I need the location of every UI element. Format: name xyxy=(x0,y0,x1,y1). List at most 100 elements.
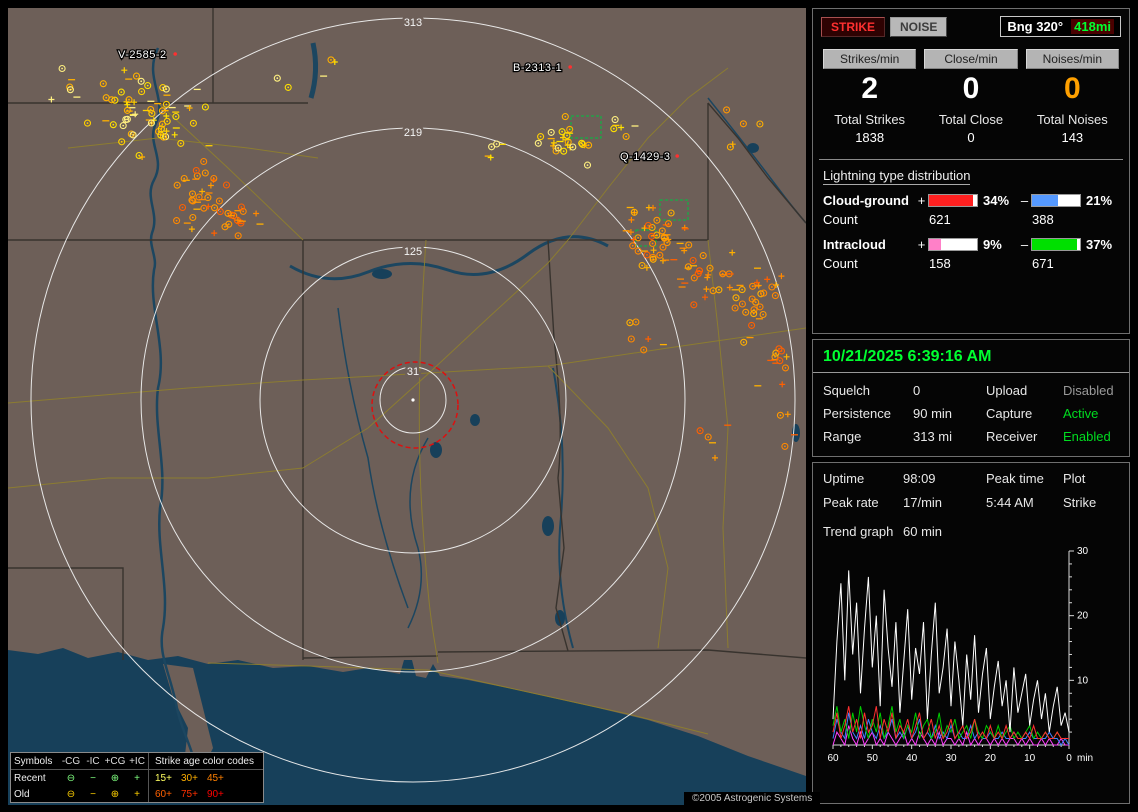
map-canvas: 313 219 125 31 V-2585-2B-2313-1Q-1429-3 xyxy=(8,8,806,805)
svg-text:20: 20 xyxy=(985,753,997,764)
total-strikes-value: 1838 xyxy=(823,130,916,145)
ring-label-125: 125 xyxy=(404,246,422,258)
age-code-60+: 60+ xyxy=(155,789,172,800)
ic-plus-count: 158 xyxy=(928,256,978,271)
svg-text:10: 10 xyxy=(1077,675,1089,686)
ic-neg-recent-icon: − xyxy=(82,773,104,784)
status-grid: Uptime 98:09 Peak time Plot Peak rate 17… xyxy=(823,471,1119,510)
svg-text:V-2585-2: V-2585-2 xyxy=(118,49,167,61)
cg-minus-bar xyxy=(1031,194,1081,207)
cg-minus-count: 388 xyxy=(1031,212,1081,227)
noises-per-min-button[interactable]: Noises/min xyxy=(1026,49,1119,69)
cg-minus-percent: 21% xyxy=(1081,193,1117,208)
total-noises-label: Total Noises xyxy=(1026,112,1119,127)
legend-recent-row: Recent ⊖ − ⊕ + 15+30+45+ xyxy=(11,770,263,786)
close-per-min-button[interactable]: Close/min xyxy=(924,49,1017,69)
total-close-label: Total Close xyxy=(924,112,1017,127)
receiver-center-marker xyxy=(411,398,414,401)
svg-text:min: min xyxy=(1077,753,1093,764)
tombigbee-river xyxy=(338,308,408,608)
peak-rate-label: Peak rate xyxy=(823,495,903,510)
squelch-value: 0 xyxy=(913,383,986,398)
peak-time-value: 5:44 AM xyxy=(986,495,1063,510)
persistence-value: 90 min xyxy=(913,406,986,421)
lightning-distribution-table: Cloud-ground + 34% – 21% Count 621 388 I… xyxy=(819,191,1123,273)
rate-stats-grid: Strikes/min Close/min Noises/min 2 0 0 T… xyxy=(819,39,1123,149)
current-datetime: 10/21/2025 6:39:16 AM xyxy=(823,348,1119,366)
legend-old-row: Old ⊖ − ⊕ + 60+75+90+ xyxy=(11,786,263,802)
kentucky-lake xyxy=(311,43,316,98)
trend-header: Trend graph 60 min xyxy=(823,524,1119,539)
cg-neg-old-icon: ⊖ xyxy=(60,789,82,800)
cg-pos-old-icon: ⊕ xyxy=(104,789,126,800)
legend-old-ages: 60+75+90+ xyxy=(148,786,260,802)
svg-text:30: 30 xyxy=(1077,546,1089,557)
alabama-river xyxy=(408,438,428,628)
age-code-45+: 45+ xyxy=(207,773,224,784)
savannah-river xyxy=(708,98,806,223)
svg-text:40: 40 xyxy=(906,753,918,764)
close-per-min-value: 0 xyxy=(924,72,1017,105)
receiver-label: Receiver xyxy=(986,429,1063,444)
cg-pos-recent-icon: ⊕ xyxy=(104,773,126,784)
minus-sign: – xyxy=(1018,237,1031,252)
bearing-readout: Bng 320° 418mi xyxy=(1000,16,1121,37)
plus-sign: + xyxy=(915,237,928,252)
divider xyxy=(819,159,1123,160)
ic-pos-old-icon: + xyxy=(126,789,148,800)
trend-chart-canvas: 1020306050403020100min xyxy=(823,545,1115,783)
strikes-per-min-button[interactable]: Strikes/min xyxy=(823,49,916,69)
legend-symbols-header: Symbols xyxy=(14,756,60,767)
upload-label: Upload xyxy=(986,383,1063,398)
ic-plus-bar xyxy=(928,238,978,251)
lake xyxy=(470,414,480,426)
cg-neg-recent-icon: ⊖ xyxy=(60,773,82,784)
cloud-ground-label: Cloud-ground xyxy=(823,193,915,208)
svg-text:B-2313-1: B-2313-1 xyxy=(513,62,562,74)
capture-status: Active xyxy=(1063,406,1119,421)
svg-text:0: 0 xyxy=(1066,753,1072,764)
peak-time-label: Peak time xyxy=(986,471,1063,486)
copyright-text: ©2005 Astrogenic Systems xyxy=(684,792,820,805)
svg-text:50: 50 xyxy=(867,753,879,764)
strike-symbol-layer xyxy=(48,57,798,461)
total-strikes-label: Total Strikes xyxy=(823,112,916,127)
range-label: Range xyxy=(823,429,913,444)
map-legend: Symbols -CG -IC +CG +IC Strike age color… xyxy=(10,752,264,803)
plot-mode-value: Strike xyxy=(1063,495,1119,510)
legend-header-row: Symbols -CG -IC +CG +IC Strike age color… xyxy=(11,753,263,770)
ring-label-313: 313 xyxy=(404,17,422,29)
svg-text:60: 60 xyxy=(827,753,839,764)
divider xyxy=(813,372,1129,373)
legend-col-ic-neg: -IC xyxy=(82,756,104,767)
noise-mode-button[interactable]: NOISE xyxy=(890,17,947,37)
uptime-label: Uptime xyxy=(823,471,903,486)
minus-sign: – xyxy=(1018,193,1031,208)
strikes-per-min-value: 2 xyxy=(823,72,916,105)
legend-col-cg-pos: +CG xyxy=(104,756,126,767)
lightning-map[interactable]: 313 219 125 31 V-2585-2B-2313-1Q-1429-3 … xyxy=(8,8,806,805)
range-value: 313 mi xyxy=(913,429,986,444)
svg-text:10: 10 xyxy=(1024,753,1036,764)
age-code-30+: 30+ xyxy=(181,773,198,784)
bearing-value: Bng 320° xyxy=(1007,19,1063,34)
age-code-75+: 75+ xyxy=(181,789,198,800)
svg-text:30: 30 xyxy=(945,753,957,764)
plus-sign: + xyxy=(915,193,928,208)
intracloud-label: Intracloud xyxy=(823,237,915,252)
noises-per-min-value: 0 xyxy=(1026,72,1119,105)
settings-grid: Squelch 0 Upload Disabled Persistence 90… xyxy=(823,383,1119,444)
stats-panel: STRIKE NOISE Bng 320° 418mi Strikes/min … xyxy=(812,8,1130,334)
legend-recent-ages: 15+30+45+ xyxy=(148,770,260,786)
ic-minus-count: 671 xyxy=(1031,256,1081,271)
plot-label: Plot xyxy=(1063,471,1119,486)
ic-minus-bar xyxy=(1031,238,1081,251)
cg-plus-percent: 34% xyxy=(978,193,1018,208)
persistence-label: Persistence xyxy=(823,406,913,421)
strike-mode-button[interactable]: STRIKE xyxy=(821,17,885,37)
svg-text:Q-1429-3: Q-1429-3 xyxy=(620,151,670,163)
clock-panel: 10/21/2025 6:39:16 AM Squelch 0 Upload D… xyxy=(812,339,1130,457)
cg-plus-count: 621 xyxy=(928,212,978,227)
ring-label-31: 31 xyxy=(407,366,419,378)
lake xyxy=(372,269,392,279)
